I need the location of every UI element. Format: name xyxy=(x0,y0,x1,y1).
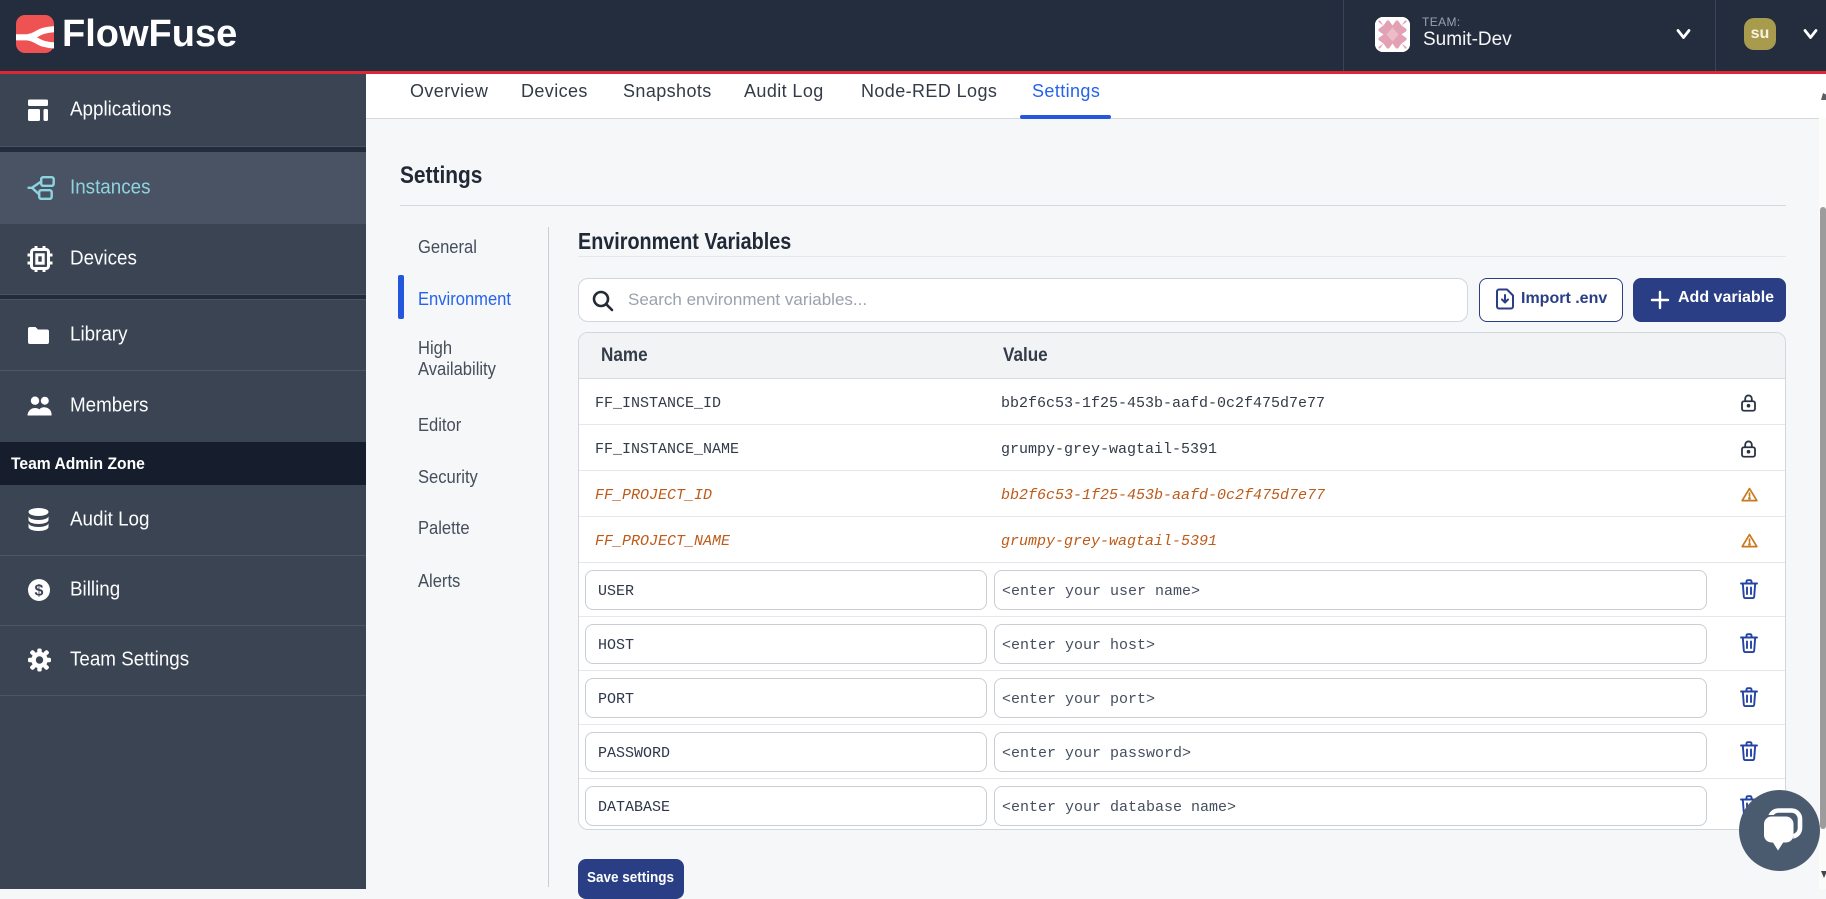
svg-text:$: $ xyxy=(35,583,44,600)
